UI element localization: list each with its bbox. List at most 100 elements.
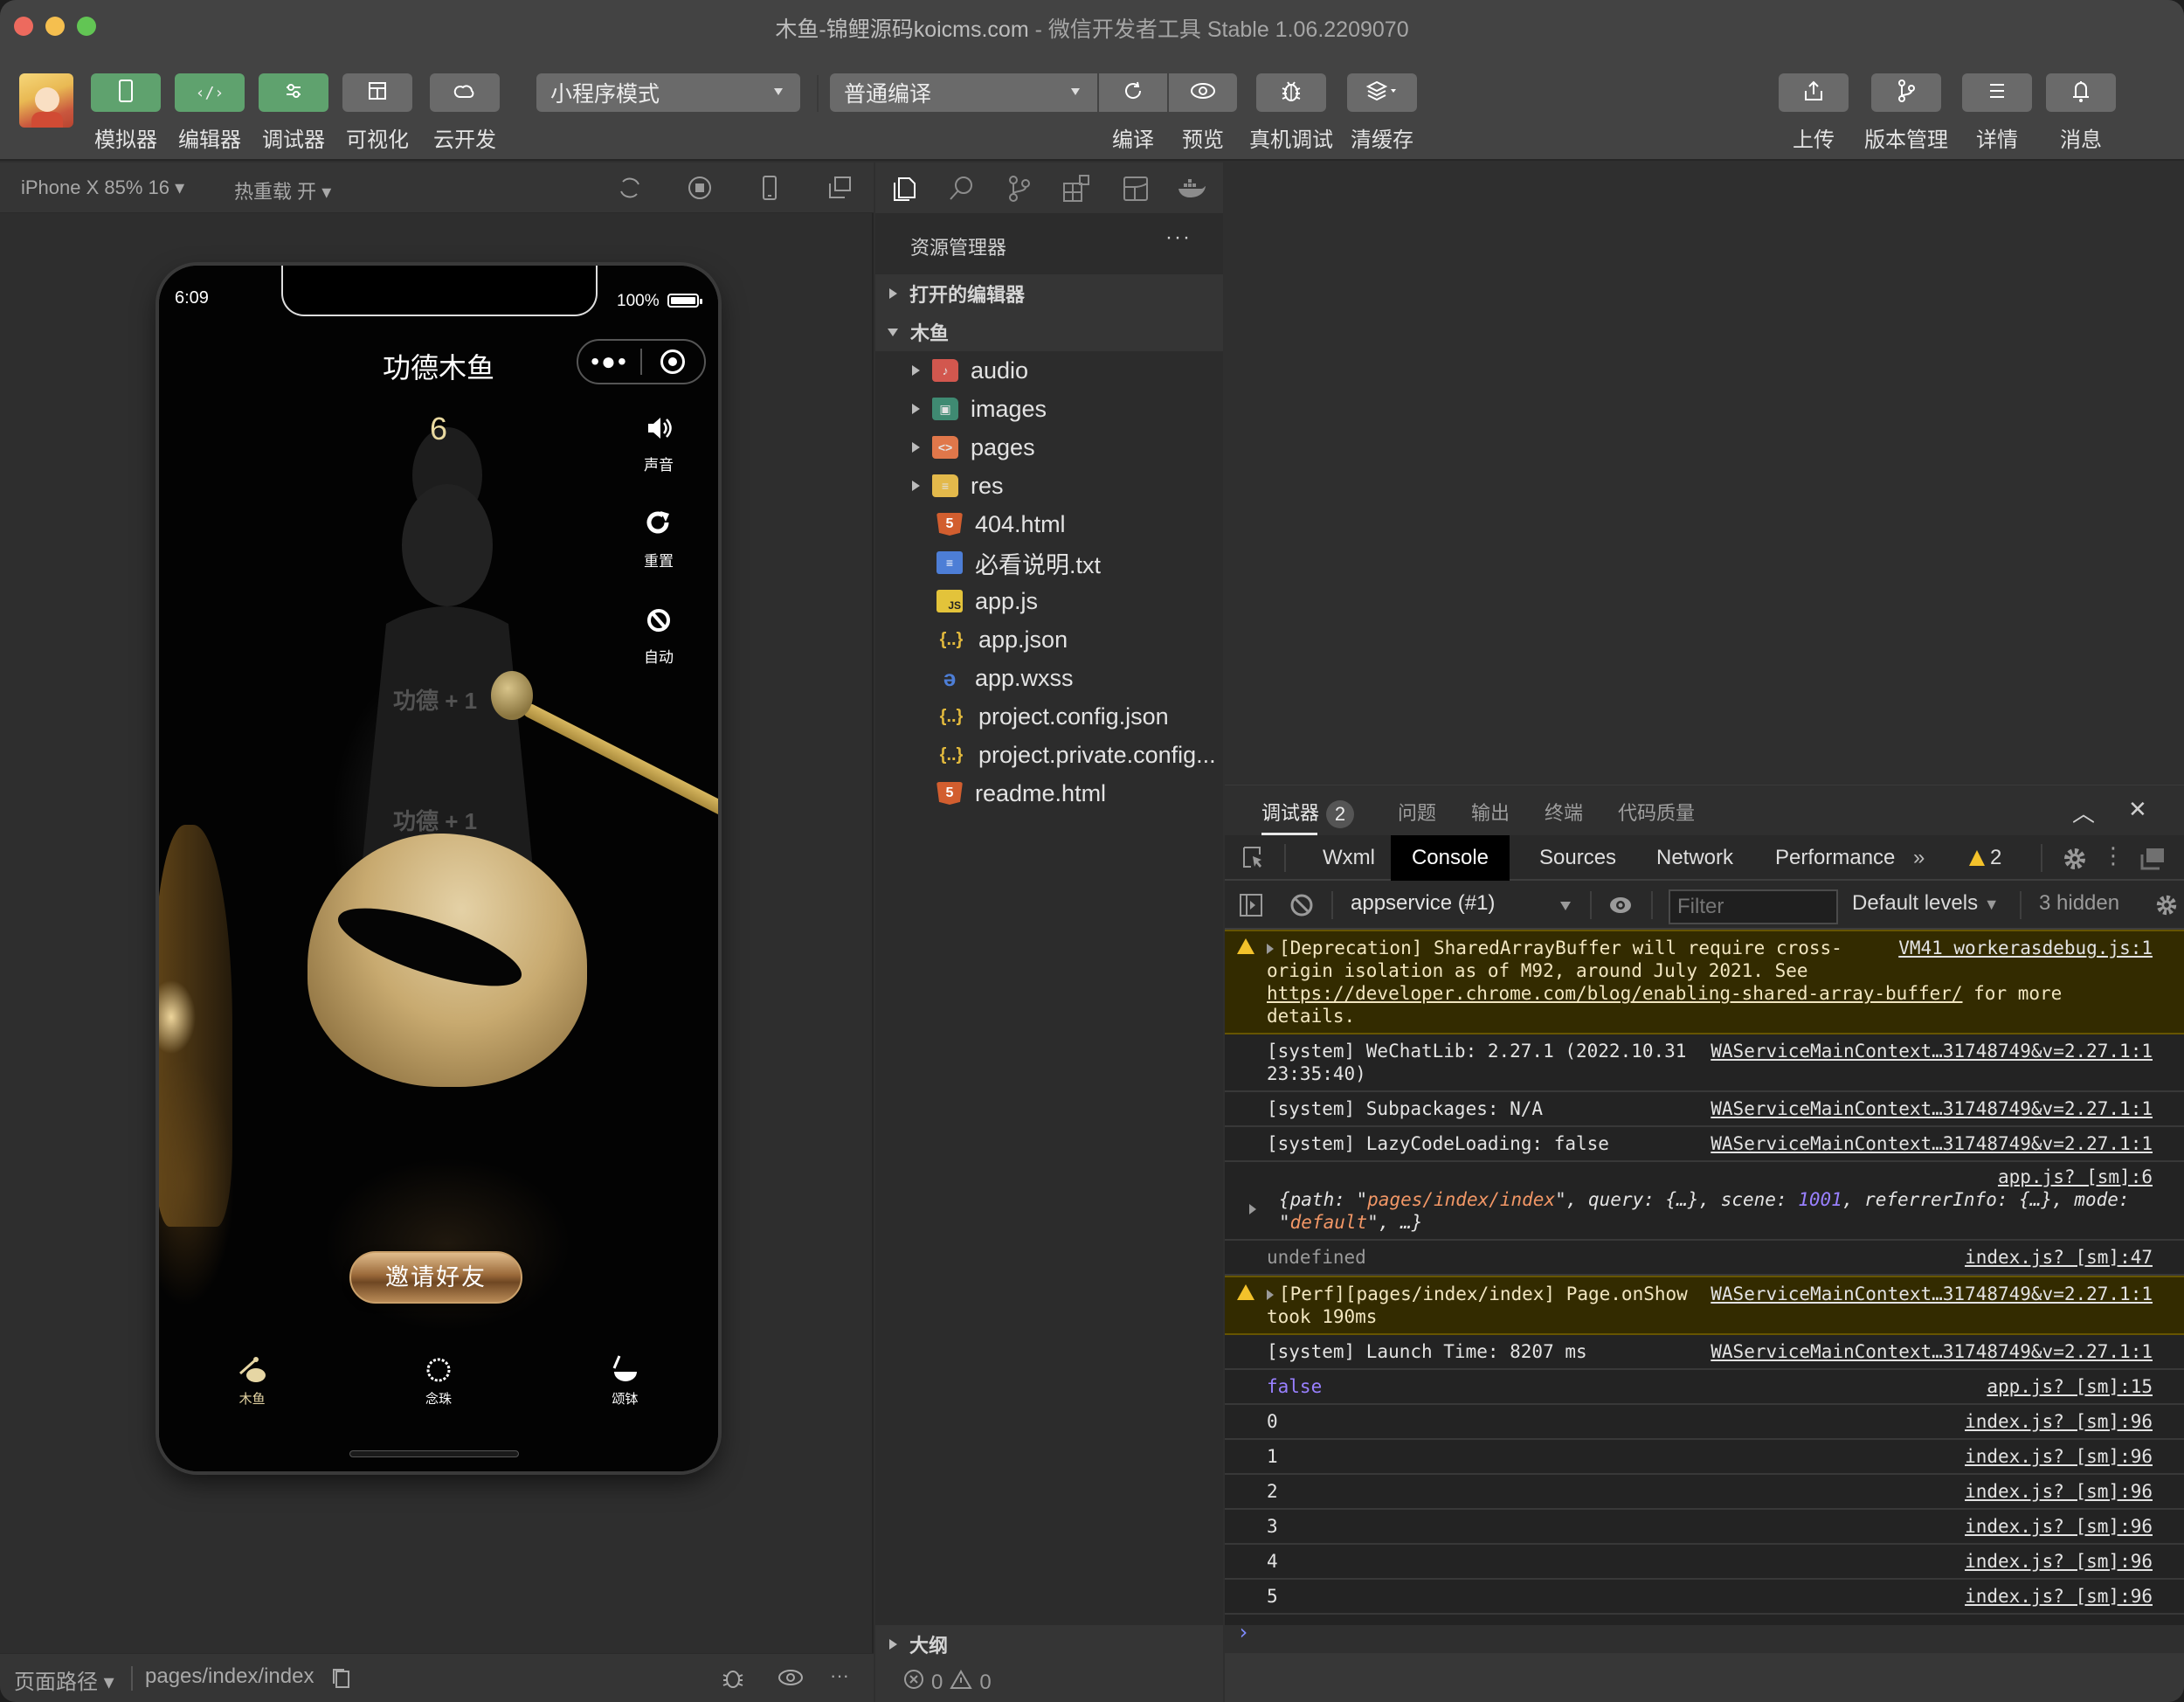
search-icon[interactable] [945, 173, 977, 204]
messages-button[interactable] [2046, 73, 2116, 112]
message-source-link[interactable]: WAServiceMainContext…31748749&v=2.27.1:1 [1711, 1283, 2153, 1305]
home-indicator[interactable] [349, 1450, 519, 1457]
more-icon[interactable]: ··· [830, 1663, 860, 1692]
close-miniprogram-button[interactable] [642, 349, 704, 374]
console-filter-input[interactable] [1669, 889, 1838, 924]
project-folder-section[interactable]: 木鱼 [875, 313, 1223, 351]
object-preview[interactable]: {path: "pages/index/index", query: {…}, … [1267, 1188, 2132, 1234]
mode-select[interactable]: 小程序模式 [536, 73, 800, 112]
console-message[interactable]: index.js? [sm]:47 undefined [1225, 1241, 2184, 1276]
remote-debug-button[interactable] [1256, 73, 1326, 112]
editor-toggle-button[interactable]: ‹/› [175, 73, 245, 112]
console-message[interactable]: WAServiceMainContext…31748749&v=2.27.1:1… [1225, 1127, 2184, 1162]
simulator-toggle-button[interactable] [91, 73, 161, 112]
tab-output[interactable]: 输出 [1471, 798, 1510, 826]
file-item[interactable]: {..} project.private.config... [875, 736, 1223, 774]
outline-section[interactable]: 大纲 [889, 1630, 948, 1658]
rotate-icon[interactable] [615, 173, 645, 203]
details-button[interactable] [1962, 73, 2032, 112]
version-control-button[interactable] [1871, 73, 1941, 112]
message-source-link[interactable]: index.js? [sm]:47 [1965, 1246, 2153, 1269]
file-item[interactable]: 5 404.html [875, 505, 1223, 543]
visual-toggle-button[interactable] [342, 73, 412, 112]
more-options-button[interactable]: •●• [578, 349, 640, 374]
message-source-link[interactable]: WAServiceMainContext…31748749&v=2.27.1:1 [1711, 1097, 2153, 1120]
folder-item[interactable]: <> pages [875, 428, 1223, 467]
message-source-link[interactable]: index.js? [sm]:96 [1965, 1585, 2153, 1608]
console-message[interactable]: WAServiceMainContext…31748749&v=2.27.1:1… [1225, 1276, 2184, 1335]
copy-icon[interactable] [330, 1666, 353, 1691]
invite-friends-button[interactable]: 邀请好友 [349, 1251, 522, 1304]
stop-icon[interactable] [685, 173, 715, 203]
warnings-counter[interactable]: 2 [1969, 846, 2001, 870]
clear-cache-button[interactable] [1347, 73, 1417, 112]
tab-sources[interactable]: Sources [1518, 835, 1637, 881]
compile-button[interactable] [1099, 73, 1167, 112]
folder-item[interactable]: ♪ audio [875, 351, 1223, 390]
log-levels-select[interactable]: Default levels ▼ [1852, 891, 2000, 916]
console-settings-gear-icon[interactable] [2154, 893, 2179, 917]
console-message[interactable]: WAServiceMainContext…31748749&v=2.27.1:1… [1225, 1092, 2184, 1127]
expand-triangle-icon[interactable] [1249, 1204, 1256, 1214]
sound-button[interactable]: 声音 [624, 412, 694, 474]
tab-muyu[interactable]: 木鱼 [159, 1353, 345, 1422]
storage-icon[interactable] [1120, 173, 1151, 204]
debugger-toggle-button[interactable] [259, 73, 328, 112]
user-avatar[interactable] [19, 73, 73, 128]
tab-performance[interactable]: Performance [1754, 835, 1916, 881]
extensions-icon[interactable] [1061, 173, 1092, 204]
console-prompt-input[interactable]: › [1225, 1615, 2184, 1650]
file-item[interactable]: ≡ 必看说明.txt [875, 543, 1223, 582]
message-source-link[interactable]: WAServiceMainContext…31748749&v=2.27.1:1 [1711, 1340, 2153, 1363]
phone-simulator[interactable]: 6:09 100% 功德木鱼 •●• 6 声音 重置 自动 功德 + 1 功德 … [159, 266, 718, 1471]
tab-singing-bowl[interactable]: 颂钵 [532, 1353, 718, 1422]
tab-console[interactable]: Console [1391, 835, 1510, 881]
files-icon[interactable] [888, 173, 919, 204]
device-select[interactable]: iPhone X 85% 16 ▾ [21, 176, 184, 199]
message-source-link[interactable]: index.js? [sm]:96 [1965, 1410, 2153, 1433]
reset-button[interactable]: 重置 [624, 509, 694, 571]
bug-icon[interactable] [718, 1663, 748, 1692]
cloud-dev-button[interactable] [430, 73, 500, 112]
file-item[interactable]: 5 readme.html [875, 774, 1223, 813]
auto-button[interactable]: 自动 [624, 605, 694, 667]
message-source-link[interactable]: app.js? [sm]:6 [1998, 1166, 2153, 1188]
console-message[interactable]: VM41 workerasdebug.js:1 [Deprecation] Sha… [1225, 930, 2184, 1034]
file-item[interactable]: {..} app.json [875, 620, 1223, 659]
hot-reload-select[interactable]: 热重载 开 ▾ [234, 176, 331, 204]
settings-gear-icon[interactable] [2062, 846, 2088, 872]
message-source-link[interactable]: index.js? [sm]:96 [1965, 1445, 2153, 1468]
upload-button[interactable] [1779, 73, 1849, 112]
more-tabs-button[interactable]: » [1913, 835, 1925, 881]
tab-wxml[interactable]: Wxml [1302, 835, 1396, 881]
message-source-link[interactable]: WAServiceMainContext…31748749&v=2.27.1:1 [1711, 1132, 2153, 1155]
console-message[interactable]: index.js? [sm]:96 0 [1225, 1405, 2184, 1440]
maximize-panel-icon[interactable]: ︿ [2072, 796, 2095, 828]
expand-triangle-icon[interactable] [1267, 1290, 1274, 1300]
tab-beads[interactable]: 念珠 [345, 1353, 531, 1422]
console-message[interactable]: WAServiceMainContext…31748749&v=2.27.1:1… [1225, 1335, 2184, 1370]
compile-mode-select[interactable]: 普通编译 [830, 73, 1097, 112]
console-message[interactable]: index.js? [sm]:96 5 [1225, 1580, 2184, 1615]
eye-icon[interactable] [776, 1663, 805, 1692]
tab-network[interactable]: Network [1635, 835, 1754, 881]
folder-item[interactable]: ≡ res [875, 467, 1223, 505]
explorer-more-button[interactable]: ··· [1165, 225, 1192, 250]
console-message[interactable]: app.js? [sm]:15 false [1225, 1370, 2184, 1405]
tab-terminal[interactable]: 终端 [1545, 798, 1583, 826]
console-message[interactable]: index.js? [sm]:96 1 [1225, 1440, 2184, 1475]
open-editors-section[interactable]: 打开的编辑器 [875, 274, 1223, 313]
problems-summary[interactable]: 0 0 [903, 1669, 992, 1696]
context-select[interactable]: appservice (#1) [1351, 891, 1495, 916]
file-item[interactable]: ǝ app.wxss [875, 659, 1223, 697]
message-source-link[interactable]: app.js? [sm]:15 [1987, 1375, 2153, 1398]
console-message[interactable]: index.js? [sm]:96 2 [1225, 1475, 2184, 1510]
source-control-icon[interactable] [1003, 173, 1034, 204]
message-source-link[interactable]: index.js? [sm]:96 [1965, 1550, 2153, 1573]
tab-code-quality[interactable]: 代码质量 [1618, 798, 1695, 826]
sidebar-toggle-icon[interactable] [1239, 893, 1263, 917]
close-panel-icon[interactable]: ✕ [2128, 796, 2147, 823]
detach-window-icon[interactable] [825, 173, 854, 203]
tab-problems[interactable]: 问题 [1398, 798, 1436, 826]
folder-item[interactable]: ▣ images [875, 390, 1223, 428]
